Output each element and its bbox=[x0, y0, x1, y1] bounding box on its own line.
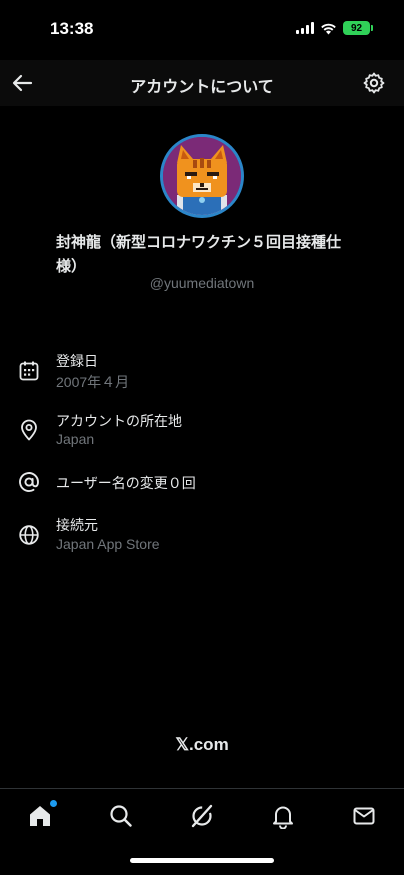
mail-icon bbox=[353, 807, 375, 825]
username-handle: @yuumediatown bbox=[149, 275, 255, 291]
at-sign-icon bbox=[19, 472, 39, 492]
info-row-username-changes: ユーザー名の変更０回 bbox=[0, 470, 404, 496]
info-value: Japan bbox=[56, 431, 95, 447]
wifi-icon bbox=[321, 23, 336, 34]
status-icons: 92 bbox=[296, 21, 373, 35]
info-value: 2007年４月 bbox=[56, 374, 130, 390]
calendar-icon bbox=[19, 361, 39, 381]
info-label: 登録日 bbox=[56, 354, 98, 370]
notification-dot bbox=[50, 800, 57, 807]
avatar[interactable] bbox=[160, 134, 244, 218]
gear-icon[interactable] bbox=[362, 71, 386, 95]
tab-grok[interactable] bbox=[189, 803, 217, 831]
header: アカウントについて bbox=[0, 60, 404, 106]
info-label: 接続元 bbox=[56, 518, 98, 534]
tab-messages[interactable] bbox=[351, 803, 379, 831]
grok-icon bbox=[191, 804, 213, 828]
x-com-brand: 𝕏.com bbox=[175, 735, 229, 754]
info-row-join-date: 登録日 2007年４月 bbox=[0, 350, 404, 394]
home-indicator bbox=[130, 858, 274, 863]
page-title: アカウントについて bbox=[130, 77, 274, 96]
tab-notifications[interactable] bbox=[270, 803, 298, 831]
display-name: 封神龍（新型コロナワクチン５回目接種仕様） bbox=[56, 233, 342, 275]
tab-home[interactable] bbox=[27, 800, 57, 831]
search-icon bbox=[110, 805, 132, 827]
cat-avatar-image bbox=[163, 137, 241, 215]
bell-icon bbox=[273, 806, 293, 830]
globe-icon bbox=[19, 525, 39, 545]
tab-search[interactable] bbox=[108, 803, 136, 831]
info-row-connected-via: 接続元 Japan App Store bbox=[0, 514, 404, 558]
info-label: ユーザー名の変更０回 bbox=[56, 476, 196, 492]
info-value: Japan App Store bbox=[56, 536, 160, 552]
info-row-location: アカウントの所在地 Japan bbox=[0, 410, 404, 454]
info-label: アカウントの所在地 bbox=[56, 414, 182, 430]
status-bar: 13:38 92 bbox=[0, 0, 404, 60]
location-pin-icon bbox=[21, 419, 37, 441]
status-time: 13:38 bbox=[50, 19, 94, 38]
battery-icon: 92 bbox=[343, 21, 373, 35]
home-icon bbox=[30, 806, 50, 826]
signal-icon bbox=[296, 22, 314, 34]
